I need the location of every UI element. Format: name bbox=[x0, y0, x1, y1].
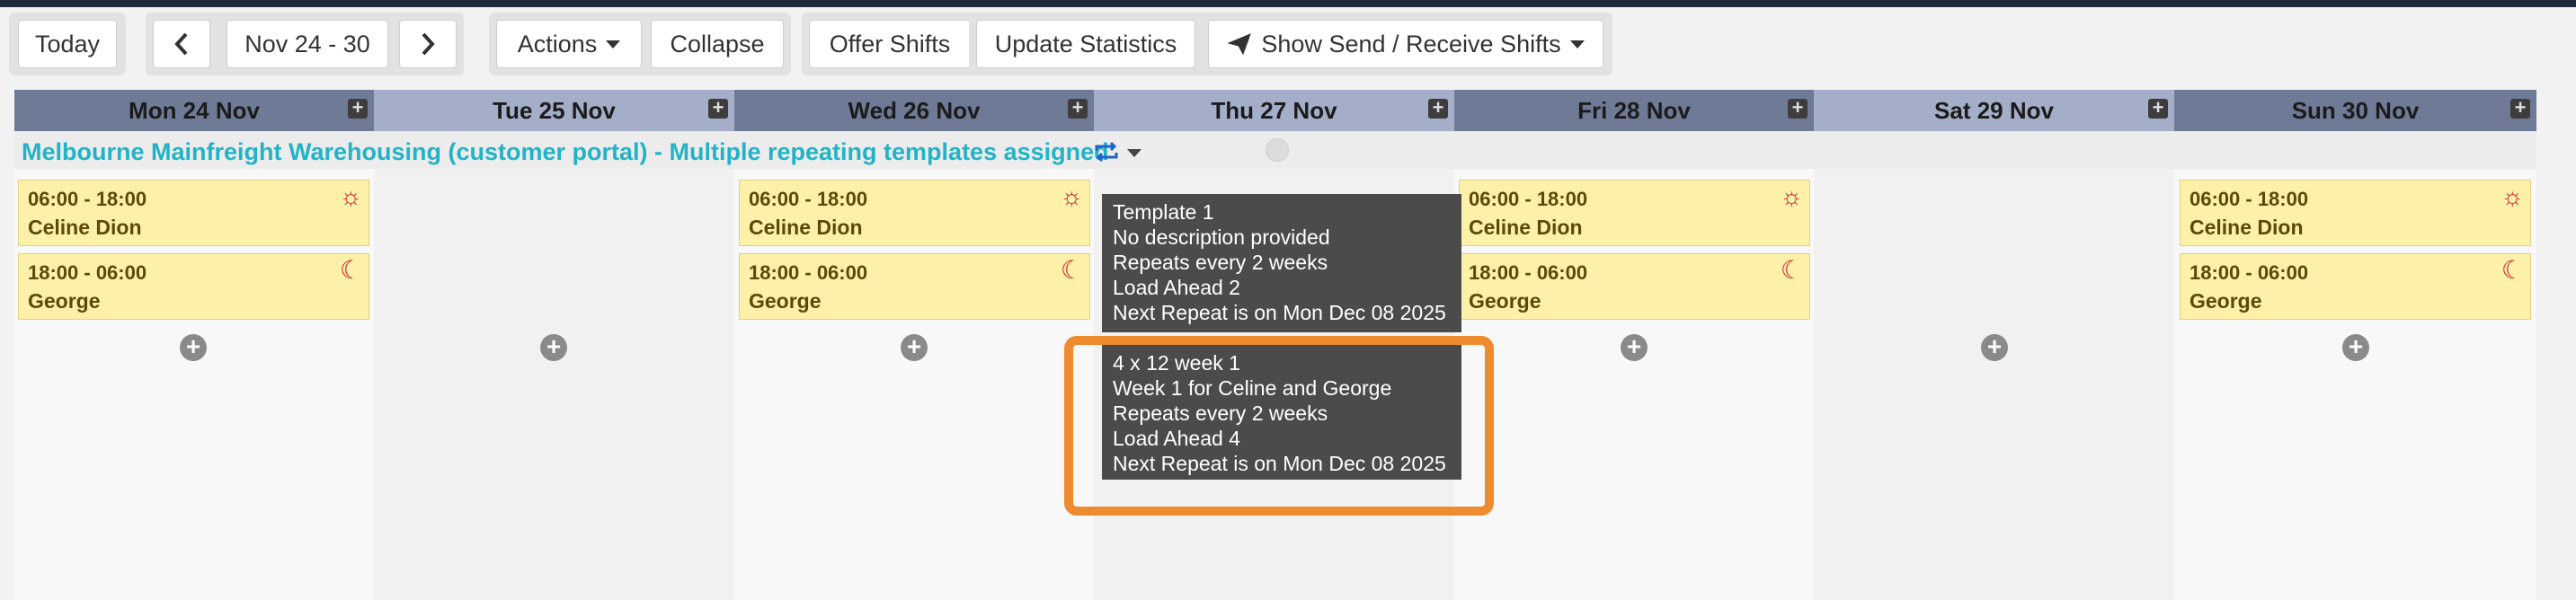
chevron-left-icon bbox=[174, 32, 188, 56]
sun-icon: ☼ bbox=[339, 182, 362, 210]
shift-card[interactable]: 06:00 - 18:00 Celine Dion ☼ bbox=[2180, 180, 2531, 246]
shift-person: George bbox=[749, 289, 822, 313]
add-shift-icon[interactable]: + bbox=[708, 98, 728, 119]
collapse-button[interactable]: Collapse bbox=[651, 20, 784, 68]
today-group: Today bbox=[9, 13, 126, 75]
day-header-label: Fri 28 Nov bbox=[1577, 96, 1691, 124]
update-statistics-button[interactable]: Update Statistics bbox=[976, 20, 1195, 68]
tooltip-repeats: Repeats every 2 weeks bbox=[1113, 251, 1328, 274]
offer-shifts-label: Offer Shifts bbox=[829, 30, 951, 57]
day-header-label: Wed 26 Nov bbox=[848, 96, 981, 124]
top-bar bbox=[0, 0, 2576, 7]
day-header: Mon 24 Nov + bbox=[14, 90, 374, 131]
tooltip-next-repeat: Next Repeat is on Mon Dec 08 2025 bbox=[1113, 301, 1446, 324]
day-header-label: Thu 27 Nov bbox=[1211, 96, 1337, 124]
collapse-circle-icon[interactable] bbox=[1266, 138, 1289, 162]
update-statistics-label: Update Statistics bbox=[994, 30, 1177, 57]
day-header: Sat 29 Nov + bbox=[1814, 90, 2174, 131]
shift-time: 06:00 - 18:00 bbox=[28, 188, 147, 210]
shift-time: 18:00 - 06:00 bbox=[28, 261, 147, 284]
tooltip-load-ahead: Load Ahead 2 bbox=[1113, 276, 1240, 299]
shift-person: George bbox=[2190, 289, 2262, 313]
add-shift-plus-icon[interactable]: + bbox=[540, 334, 567, 361]
day-header-label: Sat 29 Nov bbox=[1934, 96, 2054, 124]
date-range-label: Nov 24 - 30 bbox=[244, 30, 370, 57]
tooltip-template-name: Template 1 bbox=[1113, 200, 1214, 224]
sun-icon: ☼ bbox=[1060, 182, 1083, 210]
shift-person: Celine Dion bbox=[28, 216, 142, 239]
add-shift-icon[interactable]: + bbox=[2148, 98, 2168, 119]
shift-person: Celine Dion bbox=[2190, 216, 2304, 239]
date-nav-group: Nov 24 - 30 bbox=[146, 13, 464, 75]
send-receive-label: Show Send / Receive Shifts bbox=[1261, 30, 1561, 57]
actions-dropdown[interactable]: Actions bbox=[496, 20, 642, 68]
add-shift-plus-icon[interactable]: + bbox=[180, 334, 207, 361]
sun-icon: ☼ bbox=[2500, 182, 2524, 210]
shift-card[interactable]: 18:00 - 06:00 George ☾ bbox=[2180, 253, 2531, 320]
day-header: Fri 28 Nov + bbox=[1454, 90, 1814, 131]
moon-icon: ☾ bbox=[339, 256, 362, 284]
day-header: Thu 27 Nov + bbox=[1094, 90, 1454, 131]
actions-group: Actions Collapse bbox=[489, 13, 791, 75]
add-shift-icon[interactable]: + bbox=[1068, 98, 1088, 119]
next-week-button[interactable] bbox=[399, 20, 457, 68]
add-shift-plus-icon[interactable]: + bbox=[1621, 334, 1648, 361]
group-title[interactable]: Melbourne Mainfreight Warehousing (custo… bbox=[22, 138, 1109, 166]
chevron-right-icon bbox=[422, 32, 435, 56]
tooltip-description: No description provided bbox=[1113, 225, 1330, 249]
moon-icon: ☾ bbox=[1060, 256, 1083, 284]
group-row: Melbourne Mainfreight Warehousing (custo… bbox=[14, 131, 2536, 169]
prev-week-button[interactable] bbox=[153, 20, 210, 68]
day-header: Tue 25 Nov + bbox=[374, 90, 734, 131]
moon-icon: ☾ bbox=[1780, 256, 1803, 284]
shift-card[interactable]: 06:00 - 18:00 Celine Dion ☼ bbox=[739, 180, 1090, 246]
shift-card[interactable]: 18:00 - 06:00 George ☾ bbox=[739, 253, 1090, 320]
shift-person: Celine Dion bbox=[749, 216, 863, 239]
today-label: Today bbox=[34, 30, 101, 57]
moon-icon: ☾ bbox=[2500, 256, 2524, 284]
send-receive-dropdown[interactable]: Show Send / Receive Shifts bbox=[1208, 20, 1603, 68]
repeat-icon[interactable] bbox=[1093, 140, 1120, 163]
shift-time: 06:00 - 18:00 bbox=[1469, 188, 1588, 210]
caret-down-icon bbox=[1569, 40, 1585, 49]
shift-time: 06:00 - 18:00 bbox=[2190, 188, 2309, 210]
stats-group: Update Statistics Show Send / Receive Sh… bbox=[969, 13, 1612, 75]
caret-down-icon[interactable] bbox=[1127, 149, 1141, 157]
add-shift-plus-icon[interactable]: + bbox=[901, 334, 928, 361]
day-header-label: Sun 30 Nov bbox=[2291, 96, 2420, 124]
add-shift-plus-icon[interactable]: + bbox=[1981, 334, 2008, 361]
shift-card[interactable]: 18:00 - 06:00 George ☾ bbox=[18, 253, 369, 320]
shift-person: Celine Dion bbox=[1469, 216, 1583, 239]
paper-plane-icon bbox=[1227, 33, 1252, 56]
shift-time: 18:00 - 06:00 bbox=[1469, 261, 1588, 284]
caret-down-icon bbox=[606, 40, 621, 49]
day-header-label: Mon 24 Nov bbox=[129, 96, 260, 124]
add-shift-plus-icon[interactable]: + bbox=[2342, 334, 2369, 361]
actions-label: Actions bbox=[517, 30, 598, 57]
shift-card[interactable]: 06:00 - 18:00 Celine Dion ☼ bbox=[18, 180, 369, 246]
template-tooltip: Template 1 No description provided Repea… bbox=[1102, 194, 1461, 332]
collapse-label: Collapse bbox=[670, 30, 765, 57]
offer-group: Offer Shifts bbox=[802, 13, 978, 75]
day-header: Wed 26 Nov + bbox=[734, 90, 1094, 131]
date-range-button[interactable]: Nov 24 - 30 bbox=[227, 20, 388, 68]
sun-icon: ☼ bbox=[1780, 182, 1803, 210]
shift-card[interactable]: 06:00 - 18:00 Celine Dion ☼ bbox=[1459, 180, 1810, 246]
shift-card[interactable]: 18:00 - 06:00 George ☾ bbox=[1459, 253, 1810, 320]
add-shift-icon[interactable]: + bbox=[1428, 98, 1448, 119]
shift-person: George bbox=[1469, 289, 1541, 313]
day-header: Sun 30 Nov + bbox=[2174, 90, 2536, 131]
shift-time: 06:00 - 18:00 bbox=[749, 188, 868, 210]
day-header-label: Tue 25 Nov bbox=[493, 96, 616, 124]
add-shift-icon[interactable]: + bbox=[2510, 98, 2530, 119]
highlight-box bbox=[1064, 336, 1494, 516]
shift-time: 18:00 - 06:00 bbox=[749, 261, 868, 284]
add-shift-icon[interactable]: + bbox=[1788, 98, 1808, 119]
add-shift-icon[interactable]: + bbox=[348, 98, 368, 119]
shift-time: 18:00 - 06:00 bbox=[2190, 261, 2309, 284]
offer-shifts-button[interactable]: Offer Shifts bbox=[809, 20, 971, 68]
shift-person: George bbox=[28, 289, 101, 313]
today-button[interactable]: Today bbox=[18, 20, 117, 68]
